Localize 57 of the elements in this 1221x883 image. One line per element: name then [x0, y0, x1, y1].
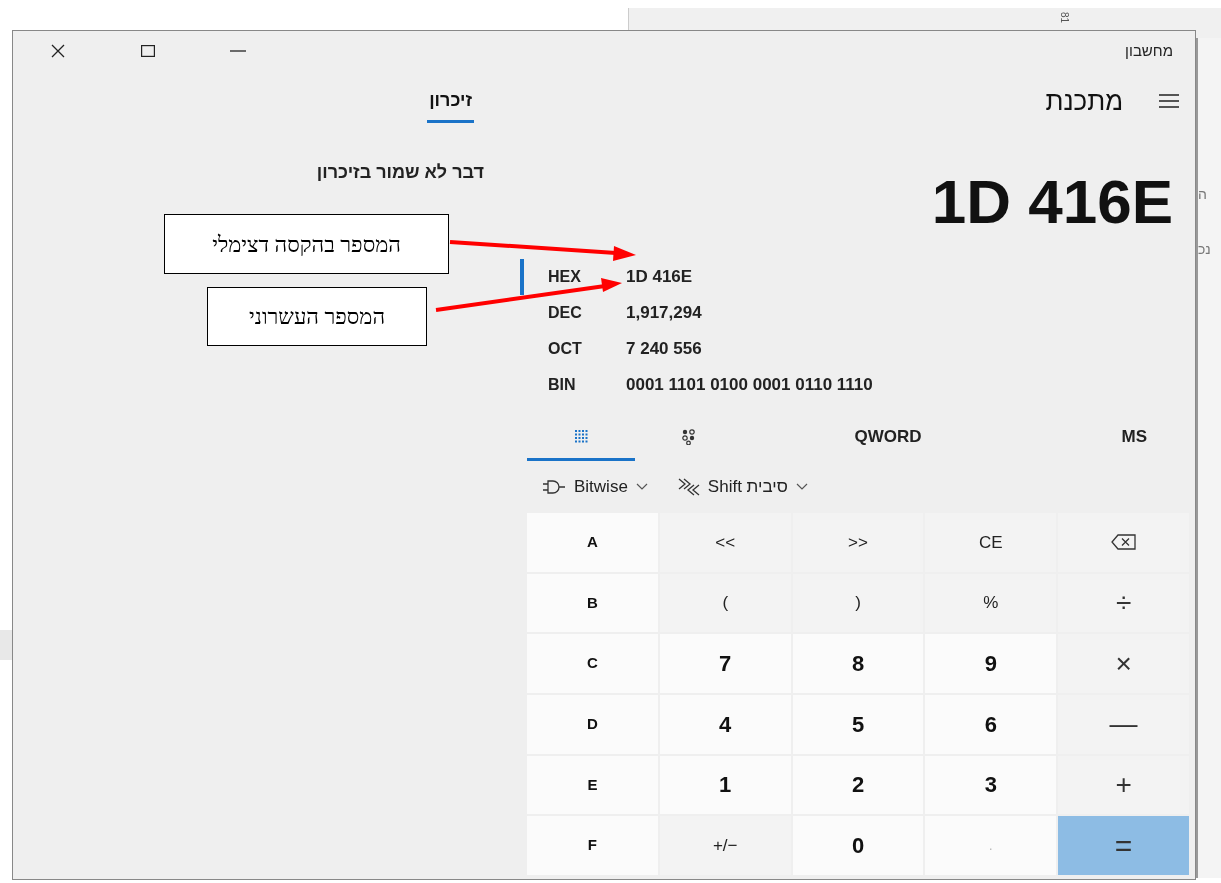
memory-tab[interactable]: זיכרון — [427, 87, 474, 123]
radix-row[interactable]: BIN 0001 1101 0100 0001 0110 1110 — [520, 367, 1189, 403]
radix-row[interactable]: DEC 1,917,294 — [520, 295, 1189, 331]
callout-label: המספר העשרוני — [248, 303, 386, 331]
calculator-key[interactable]: CE — [925, 513, 1057, 572]
background-text: ה — [1198, 185, 1207, 204]
calculator-key[interactable]: % — [925, 573, 1057, 633]
window-title: מחשבון — [1125, 40, 1173, 61]
calculator-key[interactable]: 3 — [925, 755, 1057, 815]
keypad-icon — [574, 430, 588, 443]
calculator-key[interactable]: × — [1058, 634, 1189, 693]
background-tab-label: 81 — [1058, 11, 1072, 24]
calculator-key[interactable]: A — [527, 513, 658, 572]
word-size-tab[interactable]: QWORD — [743, 415, 1033, 461]
backspace-icon — [1110, 534, 1137, 551]
menu-icon — [1159, 94, 1179, 108]
calculator-key[interactable]: ( — [659, 573, 791, 633]
dropdown-button[interactable]: Bitwise — [542, 474, 648, 500]
calculator-key[interactable]: 9 — [925, 634, 1057, 693]
double-chevrons-icon — [677, 478, 700, 496]
callout-label: המספר בהקסה דצימלי — [212, 230, 401, 259]
calculator-key[interactable]: 4 — [659, 695, 791, 754]
word-size-tab[interactable]: MS — [1033, 415, 1189, 461]
maximize-icon — [141, 45, 155, 57]
calculator-key[interactable]: ) — [792, 573, 924, 633]
logic-gate-icon — [542, 480, 566, 494]
calculator-key[interactable]: 7 — [659, 634, 791, 693]
calculator-key[interactable]: C — [527, 634, 658, 693]
calculator-key[interactable]: << — [659, 513, 791, 572]
calculator-key[interactable]: 2 — [792, 755, 924, 815]
calculator-key[interactable]: ÷ — [1058, 573, 1189, 633]
display-value: 1D 416E — [931, 165, 1173, 238]
dropdown-button[interactable]: סיבית Shift — [677, 474, 808, 500]
calculator-key[interactable]: 5 — [792, 695, 924, 754]
close-icon — [51, 44, 65, 58]
calculator-key[interactable]: B — [527, 573, 658, 633]
mode-title: מתכנת — [1045, 84, 1123, 118]
chevron-down-icon — [635, 483, 648, 491]
calculator-key[interactable]: F — [527, 816, 658, 875]
memory-empty-message: דבר לא שמור בזיכרון — [316, 161, 484, 184]
minimize-icon — [230, 50, 246, 52]
backspace-key[interactable] — [1058, 513, 1189, 572]
calculator-key[interactable]: D — [527, 695, 658, 754]
radix-row[interactable]: OCT 7 240 556 — [520, 331, 1189, 367]
calculator-key[interactable]: = — [1058, 816, 1189, 875]
calculator-key[interactable]: 8 — [792, 634, 924, 693]
calculator-key[interactable]: 1 — [659, 755, 791, 815]
background-text: נכ — [1198, 240, 1211, 259]
calculator-key[interactable]: +/− — [659, 816, 791, 875]
calculator-key[interactable]: — — [1058, 695, 1189, 754]
chevron-down-icon — [795, 483, 808, 491]
calculator-key[interactable]: >> — [792, 513, 924, 572]
calculator-key[interactable]: 0 — [792, 816, 924, 875]
calculator-key[interactable]: E — [527, 755, 658, 815]
calculator-key[interactable]: + — [1058, 755, 1189, 815]
calculator-key[interactable]: 6 — [925, 695, 1057, 754]
dots-icon — [681, 428, 697, 445]
